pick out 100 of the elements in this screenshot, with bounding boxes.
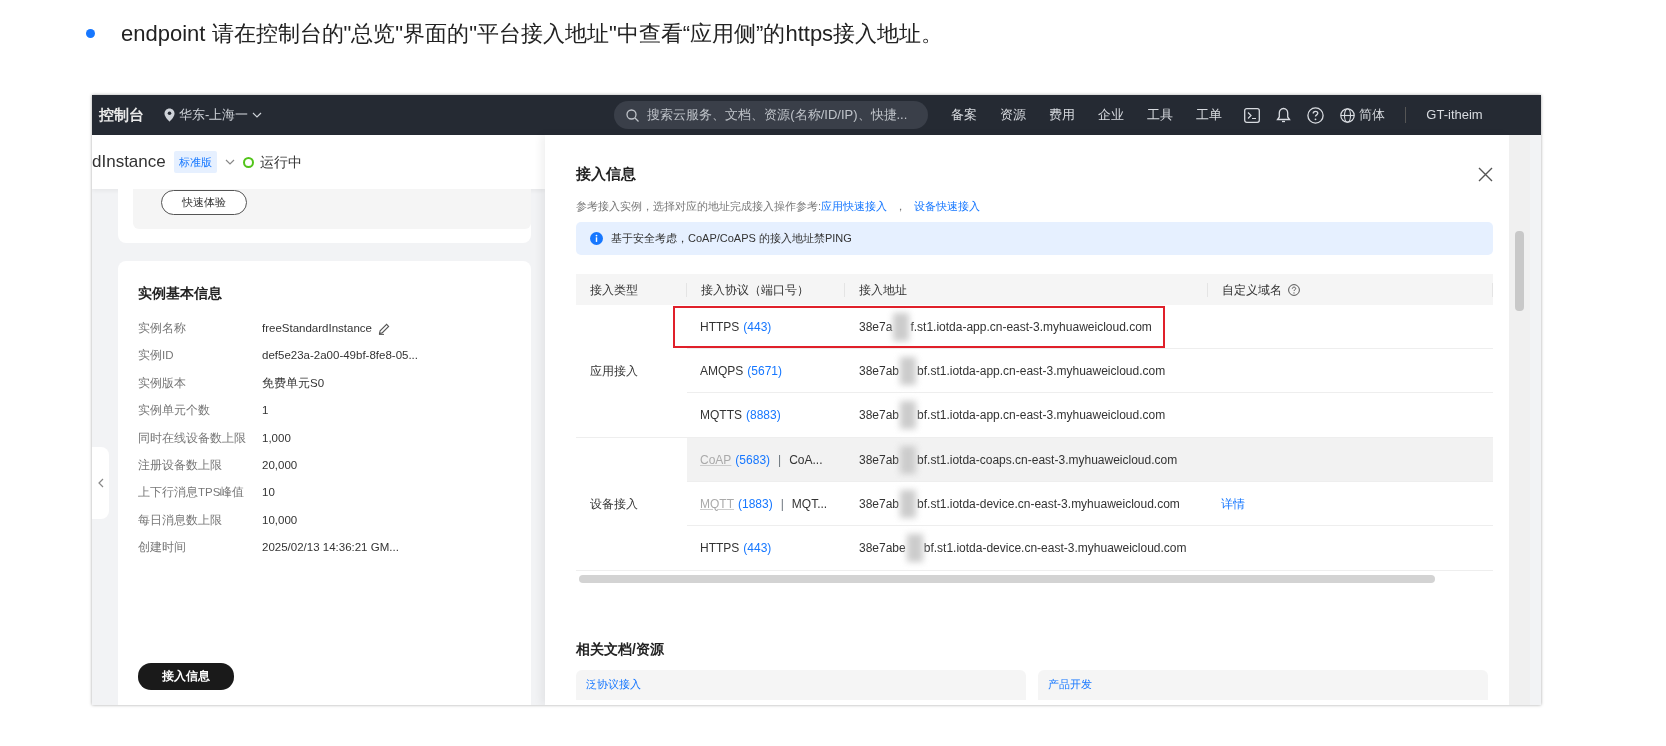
protocol-name: HTTPS <box>700 318 740 336</box>
menu-link[interactable]: 企业 <box>1098 105 1125 125</box>
quick-try-button[interactable]: 快速体验 <box>161 190 247 215</box>
field-value: freeStandardInstance <box>262 321 372 336</box>
protocol-name: MQTT <box>700 495 734 513</box>
drawer-title: 接入信息 <box>576 164 636 184</box>
user-menu[interactable]: GT-itheim <box>1426 105 1483 125</box>
language-selector[interactable]: 简体 <box>1340 105 1386 125</box>
field-value: 2025/02/13 14:36:21 GM... <box>262 540 399 556</box>
field-value: 20,000 <box>262 457 298 473</box>
column-header: 接入协议（端口号） <box>701 281 809 299</box>
address-text: bf.st1.iotda-device.cn-east-3.myhuaweicloud.com <box>923 540 1187 557</box>
port-link[interactable]: (5671) <box>747 361 783 380</box>
details-link[interactable]: 详情 <box>1221 494 1245 513</box>
blur-mask <box>893 312 910 341</box>
scrollbar-thumb[interactable] <box>579 575 1435 583</box>
resource-card[interactable]: 产品开发 <box>1038 670 1488 700</box>
blur-mask <box>900 401 917 429</box>
field-label: 上下行消息TPS峰值 <box>138 485 246 501</box>
field-value: 10 <box>262 485 275 501</box>
close-icon[interactable] <box>1478 166 1493 182</box>
protocol-name: HTTPS <box>700 540 740 557</box>
notice-text: 基于安全考虑，CoAP/CoAPS 的接入地址禁PING <box>611 231 852 247</box>
console-title: 控制台 <box>99 104 144 125</box>
card-title: 实例基本信息 <box>138 284 223 303</box>
blur-mask <box>900 356 917 385</box>
table-cell-text: 应用接入 <box>590 363 638 380</box>
separator-text: | <box>780 495 784 513</box>
port-link[interactable]: (443) <box>743 317 772 336</box>
guide-link[interactable]: 应用快速接入 <box>821 197 888 214</box>
menu-link[interactable]: 资源 <box>1000 105 1027 125</box>
table-cell-text: 设备接入 <box>590 496 638 513</box>
protocol-name: CoAP <box>700 451 732 469</box>
access-info-button[interactable]: 接入信息 <box>138 662 234 690</box>
address-text: 38e7abe <box>859 540 906 557</box>
field-label: 实例版本 <box>138 375 187 391</box>
field-label: 实例名称 <box>138 321 187 336</box>
separator-text: | <box>778 451 782 469</box>
field-label: 每日消息数上限 <box>138 512 223 528</box>
protocol-name: AMQPS <box>700 362 744 380</box>
menu-link[interactable]: 备案 <box>951 105 978 125</box>
location-pin-icon <box>164 108 175 122</box>
field-label: 同时在线设备数上限 <box>138 430 247 446</box>
search-icon <box>626 108 640 122</box>
menu-link[interactable]: 费用 <box>1049 105 1076 125</box>
edition-tag: 标准版 <box>173 150 217 174</box>
separator-text: ， <box>895 198 907 214</box>
blur-mask <box>906 534 923 562</box>
field-label: 创建时间 <box>138 540 187 556</box>
field-value: 免费单元S0 <box>262 375 325 391</box>
address-text: 38e7ab <box>859 407 900 424</box>
field-label: 实例ID <box>138 348 175 364</box>
address-text: bf.st1.iotda-app.cn-east-3.myhuaweicloud.com <box>917 407 1166 424</box>
collapse-handle[interactable] <box>92 447 109 519</box>
address-text: 38e7ab <box>859 362 900 380</box>
info-icon <box>590 232 603 245</box>
menu-link[interactable]: 工具 <box>1147 105 1174 125</box>
globe-icon <box>1340 107 1356 123</box>
resource-card[interactable]: 泛协议接入 <box>576 670 1026 700</box>
column-header: 自定义域名 <box>1222 281 1282 299</box>
column-header: 接入地址 <box>859 281 907 299</box>
port-link[interactable]: (8883) <box>746 406 781 424</box>
blur-mask <box>900 489 917 518</box>
protocol-name: MQT... <box>791 495 828 513</box>
field-value: 1,000 <box>262 430 291 446</box>
address-text: 38e7ab <box>859 451 900 469</box>
section-title: 相关文档/资源 <box>576 640 665 659</box>
address-text: bf.st1.iotda-device.cn-east-3.myhuaweicloud.com <box>917 495 1180 513</box>
protocol-name: MQTTS <box>700 407 742 424</box>
blur-mask <box>900 445 917 474</box>
pencil-icon[interactable] <box>377 322 390 335</box>
instruction-text: endpoint 请在控制台的"总览"界面的"平台接入地址"中查看“应用侧”的https接入地址。 <box>121 19 944 48</box>
region-selector[interactable]: 华东-上海一 <box>164 105 263 125</box>
chevron-left-icon <box>97 478 104 488</box>
port-link[interactable]: (1883) <box>738 494 773 513</box>
intro-text: 参考接入实例，选择对应的地址完成接入操作参考: <box>576 198 822 214</box>
guide-link[interactable]: 设备快速接入 <box>914 197 981 214</box>
menu-link[interactable]: 工单 <box>1196 105 1223 125</box>
scrollbar-thumb[interactable] <box>1515 231 1524 311</box>
address-text: f.st1.iotda-app.cn-east-3.myhuaweicloud.com <box>910 318 1152 336</box>
instance-name: dInstance <box>92 151 166 174</box>
port-link[interactable]: (443) <box>743 539 772 557</box>
field-label: 注册设备数上限 <box>138 457 223 473</box>
terminal-icon[interactable] <box>1244 107 1261 123</box>
bell-icon[interactable] <box>1276 107 1292 123</box>
protocol-name: CoA... <box>789 451 823 469</box>
chevron-down-icon[interactable] <box>224 159 235 165</box>
bullet-dot <box>86 28 95 38</box>
search-field[interactable]: 搜索云服务、文档、资源(名称/ID/IP)、快捷... <box>614 101 929 129</box>
field-value: def5e23a-2a00-49bf-8fe8-05... <box>262 348 418 364</box>
status-indicator: 运行中 <box>242 151 302 173</box>
address-text: 38e7a <box>859 318 893 336</box>
port-link[interactable]: (5683) <box>735 450 771 469</box>
address-text: bf.st1.iotda-coaps.cn-east-3.myhuaweicloud.com <box>917 451 1178 469</box>
field-value: 1 <box>262 403 269 419</box>
address-text: bf.st1.iotda-app.cn-east-3.myhuaweicloud.com <box>917 362 1166 380</box>
column-header: 接入类型 <box>590 281 638 299</box>
field-label: 实例单元个数 <box>138 403 211 419</box>
field-value: 10,000 <box>262 512 298 528</box>
address-text: 38e7ab <box>859 495 900 513</box>
